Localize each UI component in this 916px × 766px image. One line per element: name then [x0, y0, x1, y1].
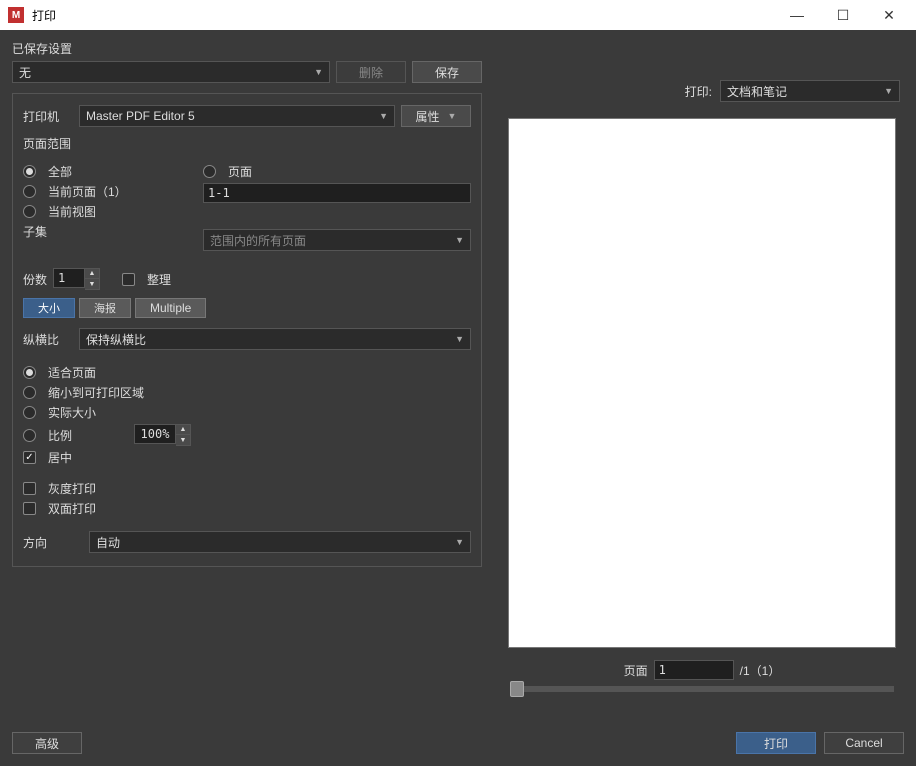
printer-select[interactable]: Master PDF Editor 5 ▼: [79, 105, 395, 127]
preset-value: 无: [19, 64, 31, 81]
window-title: 打印: [32, 7, 774, 24]
spin-up[interactable]: ▲: [176, 425, 190, 435]
orientation-value: 自动: [96, 534, 120, 551]
print-what-label: 打印:: [685, 83, 712, 100]
page-preview: [508, 118, 896, 648]
page-slider[interactable]: [510, 686, 894, 692]
radio-current-page[interactable]: 当前页面（1）: [23, 183, 193, 200]
center-checkbox: [23, 451, 36, 464]
chevron-down-icon: ▼: [314, 67, 323, 77]
slider-handle[interactable]: [510, 681, 524, 697]
collate-checkbox[interactable]: [122, 273, 135, 286]
chevron-down-icon: ▼: [379, 111, 388, 121]
pages-input[interactable]: [203, 183, 471, 203]
subset-select[interactable]: 范围内的所有页面 ▼: [203, 229, 471, 251]
tab-poster[interactable]: 海报: [79, 298, 131, 318]
radio-pages[interactable]: 页面: [203, 163, 471, 180]
chevron-down-icon: ▼: [455, 334, 464, 344]
radio-icon: [23, 185, 36, 198]
radio-all[interactable]: 全部: [23, 163, 193, 180]
subset-value: 范围内的所有页面: [210, 232, 306, 249]
radio-icon: [23, 205, 36, 218]
delete-button[interactable]: 删除: [336, 61, 406, 83]
page-total: /1（1）: [740, 662, 781, 679]
page-label: 页面: [624, 662, 648, 679]
chevron-down-icon: ▼: [455, 235, 464, 245]
tab-multiple[interactable]: Multiple: [135, 298, 206, 318]
advanced-button[interactable]: 高级: [12, 732, 82, 754]
scale-input[interactable]: [134, 424, 176, 444]
properties-button[interactable]: 属性▼: [401, 105, 471, 127]
aspect-label: 纵横比: [23, 331, 73, 348]
page-range-group-label: 页面范围: [23, 135, 471, 152]
printer-label: 打印机: [23, 108, 73, 125]
radio-actual[interactable]: 实际大小: [23, 404, 471, 421]
grayscale-checkbox-row[interactable]: 灰度打印: [23, 480, 471, 497]
spin-down[interactable]: ▼: [176, 435, 190, 445]
printer-name: Master PDF Editor 5: [86, 109, 195, 123]
aspect-value: 保持纵横比: [86, 331, 146, 348]
subset-label: 子集: [23, 223, 47, 240]
duplex-checkbox: [23, 502, 36, 515]
chevron-down-icon: ▼: [884, 86, 893, 96]
spin-down[interactable]: ▼: [85, 279, 99, 289]
saved-settings-label: 已保存设置: [12, 40, 482, 57]
duplex-checkbox-row[interactable]: 双面打印: [23, 500, 471, 517]
radio-icon: [203, 165, 216, 178]
orientation-select[interactable]: 自动 ▼: [89, 531, 471, 553]
radio-shrink[interactable]: 缩小到可打印区域: [23, 384, 471, 401]
print-button[interactable]: 打印: [736, 732, 816, 754]
radio-icon: [23, 366, 36, 379]
copies-label: 份数: [23, 271, 47, 288]
grayscale-checkbox: [23, 482, 36, 495]
collate-label: 整理: [147, 271, 171, 288]
radio-scale[interactable]: [23, 429, 36, 442]
orientation-label: 方向: [23, 534, 83, 551]
minimize-button[interactable]: —: [774, 0, 820, 30]
copies-input[interactable]: [53, 268, 85, 288]
page-input[interactable]: [654, 660, 734, 680]
chevron-down-icon: ▼: [455, 537, 464, 547]
preset-select[interactable]: 无 ▼: [12, 61, 330, 83]
scale-spinner[interactable]: ▲▼: [134, 424, 191, 446]
save-button[interactable]: 保存: [412, 61, 482, 83]
aspect-select[interactable]: 保持纵横比 ▼: [79, 328, 471, 350]
close-button[interactable]: ✕: [866, 0, 912, 30]
cancel-button[interactable]: Cancel: [824, 732, 904, 754]
center-checkbox-row[interactable]: 居中: [23, 449, 471, 466]
print-what-select[interactable]: 文档和笔记 ▼: [720, 80, 900, 102]
radio-icon: [23, 165, 36, 178]
spin-up[interactable]: ▲: [85, 269, 99, 279]
titlebar: M 打印 — ☐ ✕: [0, 0, 916, 30]
scale-label: 比例: [48, 427, 128, 444]
radio-icon: [23, 386, 36, 399]
radio-current-view[interactable]: 当前视图: [23, 203, 193, 220]
radio-fit-page[interactable]: 适合页面: [23, 364, 471, 381]
copies-spinner[interactable]: ▲▼: [53, 268, 100, 290]
radio-icon: [23, 406, 36, 419]
app-icon: M: [8, 7, 24, 23]
maximize-button[interactable]: ☐: [820, 0, 866, 30]
print-what-value: 文档和笔记: [727, 83, 787, 100]
chevron-down-icon: ▼: [448, 111, 457, 121]
tab-size[interactable]: 大小: [23, 298, 75, 318]
